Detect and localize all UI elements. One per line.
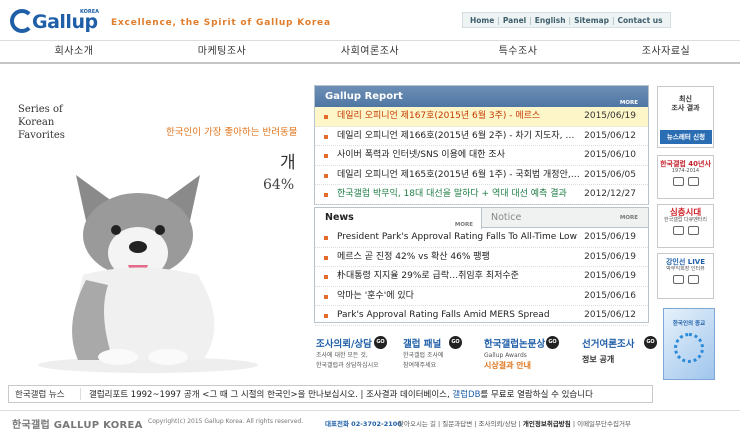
quicklink-awards[interactable]: 한국갤럽논문상 Gallup Awards 시상결과 안내 GO	[484, 336, 564, 371]
footer-link-directions[interactable]: 찾아오시는 길	[398, 420, 436, 428]
video-icon	[687, 226, 699, 235]
report-title: Gallup Report	[325, 91, 403, 102]
gallup-report-panel: Gallup Report MORE 데일리 오피니언 제167호(2015년 …	[314, 85, 649, 205]
footer-links: 찾아오시는 길 | 질문과답변 | 조사의뢰/상담 | 개인정보취급방침 | 이…	[398, 420, 631, 428]
footer-link-consult[interactable]: 조사의뢰/상담	[479, 420, 517, 428]
hero-word: 개	[280, 153, 296, 173]
news-tabs: News MORE Notice MORE	[315, 208, 648, 229]
logo-g-mark	[10, 9, 34, 33]
ticker-text: 갤럽리포트 1992~1997 공개 <그 때 그 시절의 한국인>을 만나보십…	[89, 390, 593, 400]
footer-link-email[interactable]: 이메일무단수집거부	[577, 420, 631, 428]
news-row[interactable]: President Park's Approval Rating Falls T…	[315, 228, 648, 248]
video-icon	[687, 177, 699, 186]
news-ticker[interactable]: 한국갤럽 뉴스 갤럽리포트 1992~1997 공개 <그 때 그 시절의 한국…	[8, 385, 653, 403]
panel-go-button[interactable]: GO	[449, 336, 462, 349]
quicklink-consult[interactable]: 조사의뢰/상담 조사에 대한 모든 것, 한국갤럽과 상담하십시오 GO	[316, 336, 387, 370]
puppy-image	[38, 175, 258, 373]
report-row[interactable]: 한국갤럽 박무익, 18대 대선을 말하다 + 역대 대선 예측 결과 2012…	[315, 185, 648, 205]
news-row[interactable]: 朴대통령 지지율 29%로 급락…취임후 최저수준 2015/06/19	[315, 267, 648, 287]
news-row[interactable]: Park's Approval Rating Falls Amid MERS S…	[315, 306, 648, 326]
awards-go-button[interactable]: GO	[546, 336, 559, 349]
topnav-sitemap[interactable]: Sitemap	[571, 16, 612, 25]
video-icon	[687, 275, 699, 284]
report-header: Gallup Report MORE	[315, 86, 648, 107]
main-nav: 회사소개 마케팅조사 사회여론조사 특수조사 조사자료실	[0, 40, 740, 64]
logo-korea: KOREA	[80, 9, 100, 15]
footer-link-faq[interactable]: 질문과답변	[442, 420, 472, 428]
topnav-english[interactable]: English	[532, 16, 569, 25]
tab-notice[interactable]: Notice	[491, 208, 521, 228]
document-icon	[672, 226, 684, 235]
live-interview-box[interactable]: 강인선 LIVE 박무익회장 인터뷰	[657, 253, 714, 299]
nav-marketing[interactable]: 마케팅조사	[148, 41, 296, 62]
report-row[interactable]: 데일리 오피니언 제167호(2015년 6월 3주) - 메르스 2015/0…	[315, 107, 648, 127]
footer-logo: 한국갤럽 GALLUP KOREA	[12, 420, 143, 431]
consult-go-button[interactable]: GO	[374, 336, 387, 349]
footer-link-privacy[interactable]: 개인정보취급방침	[523, 420, 571, 428]
report-row[interactable]: 사이버 폭력과 인터넷/SNS 이용에 대한 조사 2015/06/10	[315, 146, 648, 166]
religion-book-banner[interactable]: 한국인의 종교	[663, 308, 715, 380]
topnav-home[interactable]: Home	[467, 16, 497, 25]
latest-survey-box[interactable]: 최신 조사 결과 뉴스레터 신청	[657, 86, 714, 148]
footer-phone: 대표전화 02-3702-2100	[325, 420, 402, 428]
document-icon	[672, 177, 684, 186]
nav-company[interactable]: 회사소개	[0, 41, 148, 62]
ticker-label: 한국갤럽 뉴스	[9, 388, 81, 400]
gallup-logo[interactable]: Gallup KOREA	[10, 9, 102, 39]
tab-news[interactable]: News MORE	[315, 208, 482, 229]
report-row[interactable]: 데일리 오피니언 제166호(2015년 6월 2주) - 차기 지도자, 총……	[315, 127, 648, 146]
notice-more-button[interactable]: MORE	[620, 215, 638, 221]
quicklink-panel[interactable]: 갤럽 패널 한국갤럽 조사에 참여해주세요 GO	[403, 336, 463, 370]
news-panel: News MORE Notice MORE President Park's A…	[314, 207, 649, 326]
election-go-button[interactable]: GO	[644, 336, 657, 349]
report-row[interactable]: 데일리 오피니언 제165호(2015년 6월 1주) - 국회법 개정안,… …	[315, 166, 648, 185]
newsletter-button[interactable]: 뉴스레터 신청	[660, 130, 712, 144]
documentary-box[interactable]: 심층시대 한국갤럽 다큐멘터리	[657, 204, 714, 248]
topnav-contact[interactable]: Contact us	[615, 16, 666, 25]
book-graphic	[674, 333, 704, 363]
topnav-panel[interactable]: Panel	[500, 16, 529, 25]
tagline: Excellence, the Spirit of Gallup Korea	[111, 18, 331, 28]
footer-copyright: Copyright(c) 2015 Gallup Korea. All righ…	[148, 418, 304, 425]
nav-special[interactable]: 특수조사	[444, 41, 592, 62]
news-row[interactable]: 메르스 곧 진정 42% vs 확산 46% 팽팽 2015/06/19	[315, 248, 648, 267]
quicklink-election[interactable]: 선거여론조사 정보 공개 GO	[582, 336, 657, 365]
nav-archive[interactable]: 조사자료실	[592, 41, 740, 62]
nav-social[interactable]: 사회여론조사	[296, 41, 444, 62]
footer: 한국갤럽 GALLUP KOREA Copyright(c) 2015 Gall…	[0, 410, 740, 432]
document-icon	[672, 275, 684, 284]
top-utility-nav: Home | Panel | English | Sitemap | Contact u…	[462, 12, 671, 28]
news-row[interactable]: 악마는 '훈수'에 있다 2015/06/16	[315, 287, 648, 306]
history-40-box[interactable]: 한국갤럽 40년사 1974-2014	[657, 155, 714, 199]
